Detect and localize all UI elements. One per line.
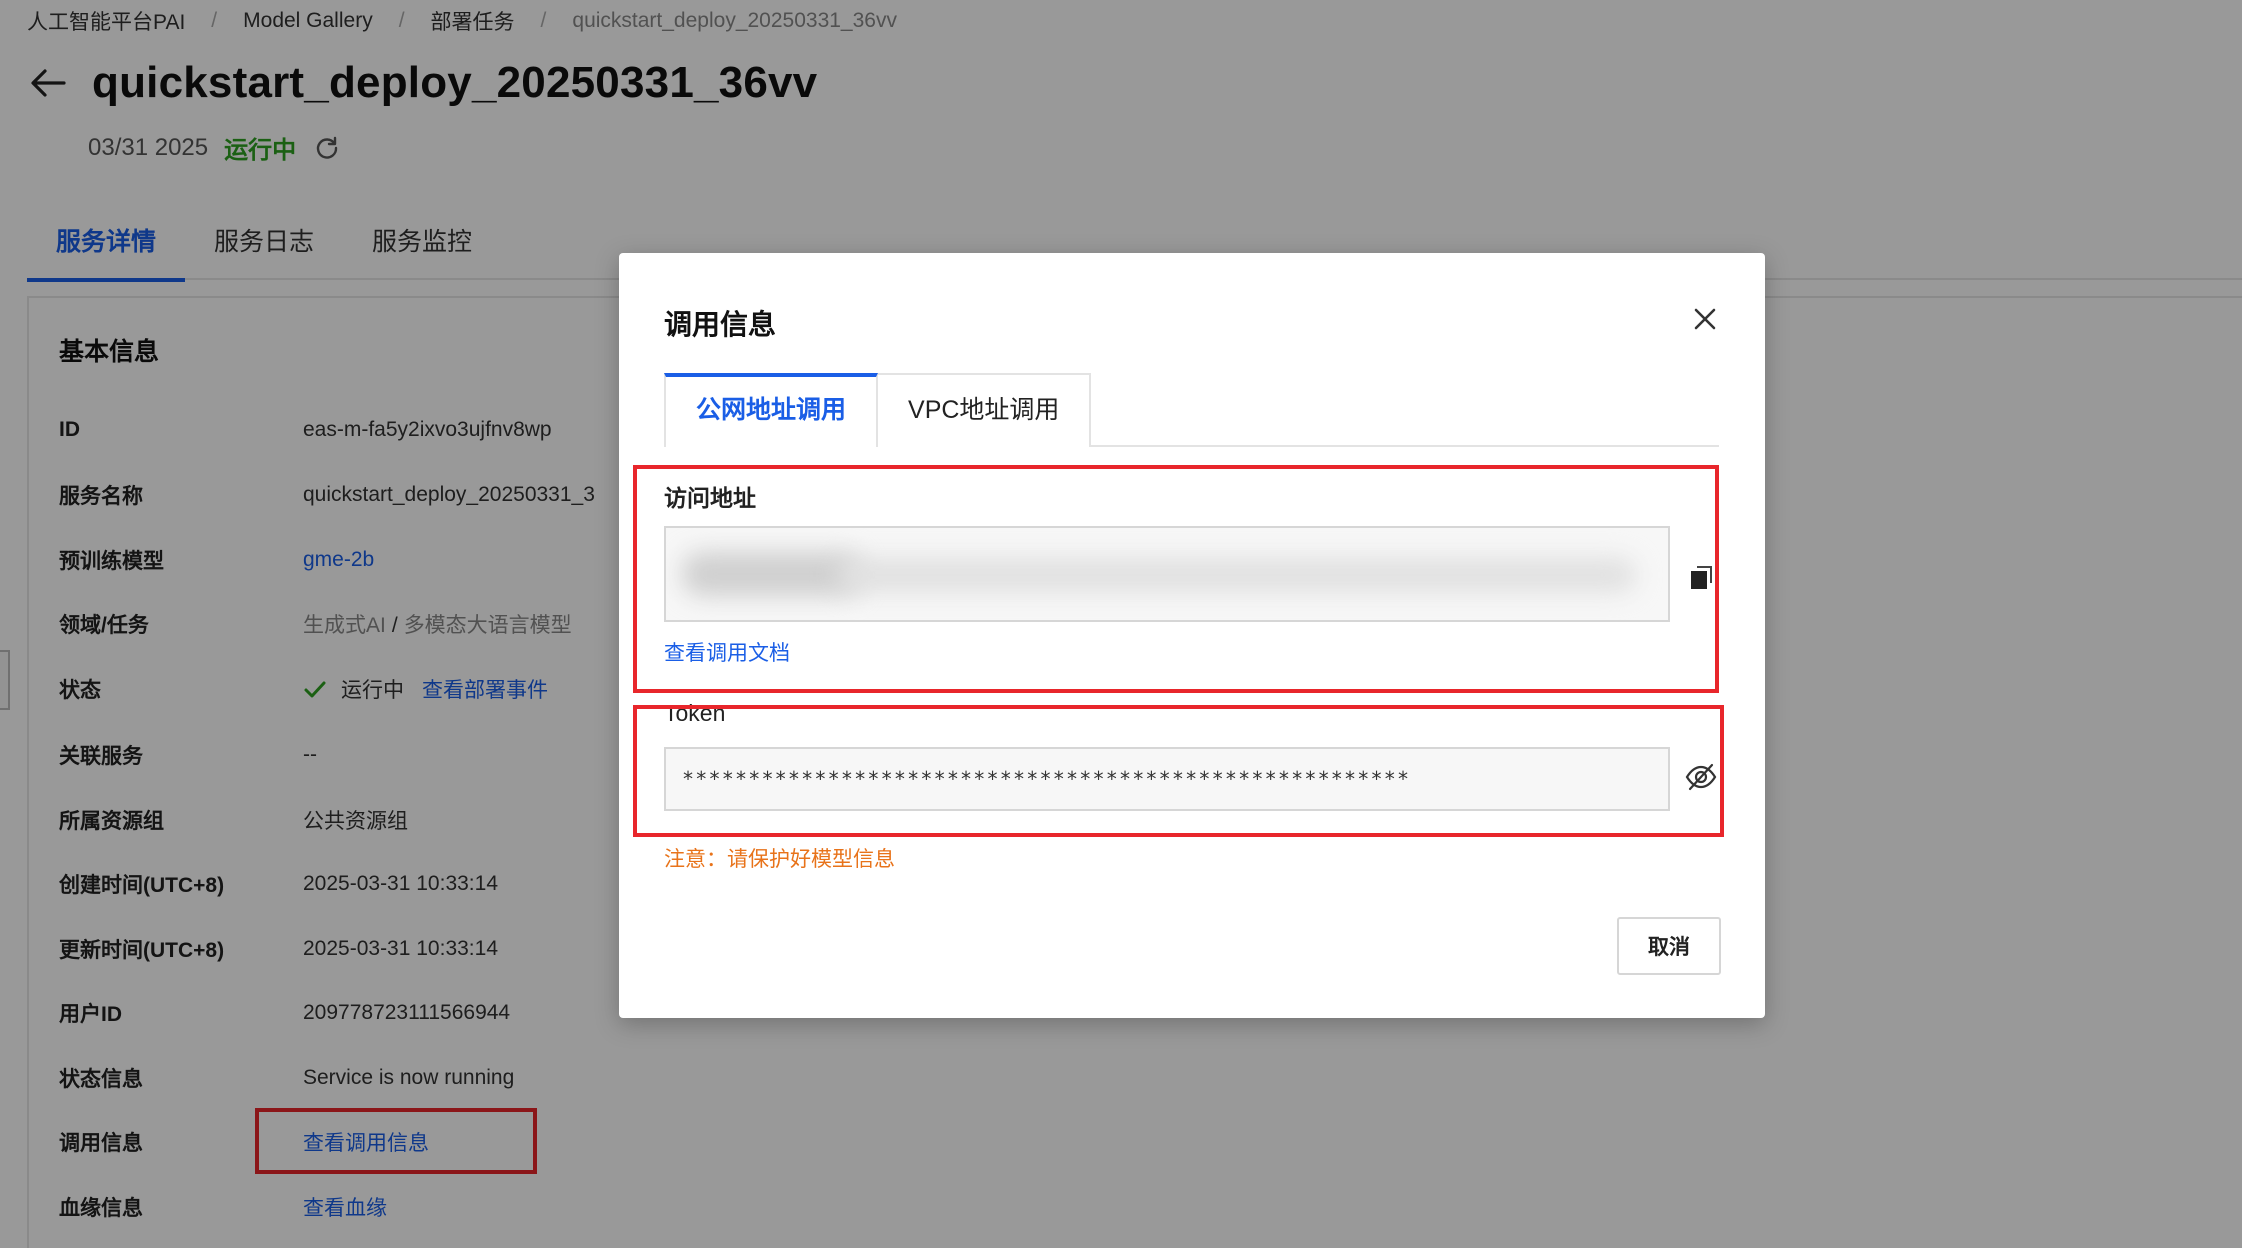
close-icon[interactable] bbox=[1691, 305, 1719, 333]
endpoint-highlight bbox=[633, 465, 1719, 693]
tab-public-endpoint[interactable]: 公网地址调用 bbox=[664, 373, 879, 447]
cancel-button[interactable]: 取消 bbox=[1617, 917, 1721, 975]
invoke-type-tabs: 公网地址调用 VPC地址调用 bbox=[664, 373, 1719, 447]
warning-text: 注意：请保护好模型信息 bbox=[664, 848, 895, 871]
token-highlight bbox=[633, 705, 1724, 837]
tab-vpc-endpoint[interactable]: VPC地址调用 bbox=[878, 373, 1092, 447]
dialog-title: 调用信息 bbox=[664, 309, 777, 340]
